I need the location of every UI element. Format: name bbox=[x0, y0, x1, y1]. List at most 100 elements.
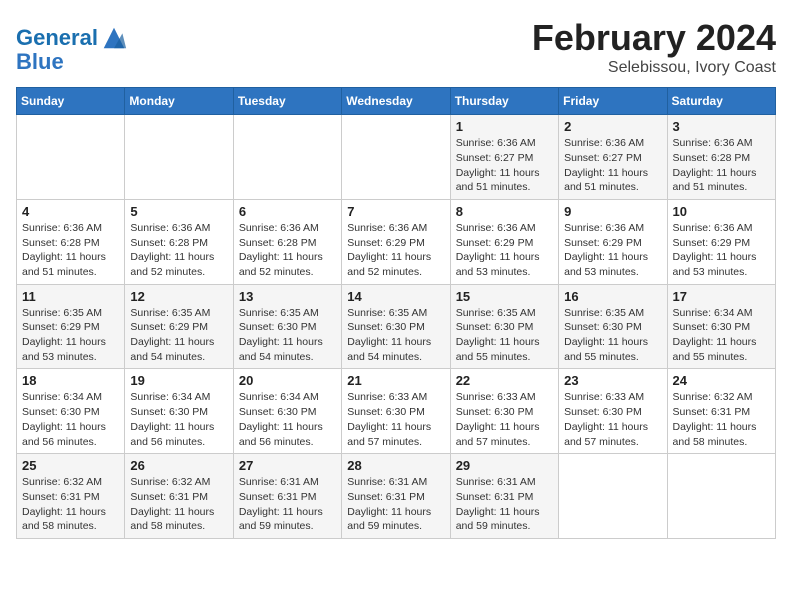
day-info: Sunrise: 6:35 AM Sunset: 6:30 PM Dayligh… bbox=[564, 306, 661, 365]
calendar-cell bbox=[559, 454, 667, 539]
calendar-cell: 26 Sunrise: 6:32 AM Sunset: 6:31 PM Dayli… bbox=[125, 454, 233, 539]
day-number: 16 bbox=[564, 289, 661, 304]
day-info: Sunrise: 6:36 AM Sunset: 6:29 PM Dayligh… bbox=[456, 221, 553, 280]
day-info: Sunrise: 6:34 AM Sunset: 6:30 PM Dayligh… bbox=[239, 390, 336, 449]
day-number: 8 bbox=[456, 204, 553, 219]
weekday-header-cell: Monday bbox=[125, 88, 233, 115]
title-block: February 2024 Selebissou, Ivory Coast bbox=[532, 16, 776, 77]
calendar-cell bbox=[125, 115, 233, 200]
calendar-table: SundayMondayTuesdayWednesdayThursdayFrid… bbox=[16, 87, 776, 539]
day-info: Sunrise: 6:35 AM Sunset: 6:30 PM Dayligh… bbox=[239, 306, 336, 365]
calendar-cell: 12 Sunrise: 6:35 AM Sunset: 6:29 PM Dayli… bbox=[125, 284, 233, 369]
weekday-header-row: SundayMondayTuesdayWednesdayThursdayFrid… bbox=[17, 88, 776, 115]
day-info: Sunrise: 6:33 AM Sunset: 6:30 PM Dayligh… bbox=[347, 390, 444, 449]
day-info: Sunrise: 6:36 AM Sunset: 6:27 PM Dayligh… bbox=[564, 136, 661, 195]
weekday-header-cell: Thursday bbox=[450, 88, 558, 115]
day-number: 7 bbox=[347, 204, 444, 219]
logo-text2: Blue bbox=[16, 50, 64, 74]
calendar-cell: 24 Sunrise: 6:32 AM Sunset: 6:31 PM Dayli… bbox=[667, 369, 775, 454]
day-info: Sunrise: 6:31 AM Sunset: 6:31 PM Dayligh… bbox=[239, 475, 336, 534]
calendar-week-row: 11 Sunrise: 6:35 AM Sunset: 6:29 PM Dayli… bbox=[17, 284, 776, 369]
day-number: 19 bbox=[130, 373, 227, 388]
day-info: Sunrise: 6:36 AM Sunset: 6:28 PM Dayligh… bbox=[673, 136, 770, 195]
day-number: 3 bbox=[673, 119, 770, 134]
day-info: Sunrise: 6:36 AM Sunset: 6:28 PM Dayligh… bbox=[22, 221, 119, 280]
day-info: Sunrise: 6:36 AM Sunset: 6:29 PM Dayligh… bbox=[673, 221, 770, 280]
day-number: 1 bbox=[456, 119, 553, 134]
calendar-cell: 18 Sunrise: 6:34 AM Sunset: 6:30 PM Dayli… bbox=[17, 369, 125, 454]
location-title: Selebissou, Ivory Coast bbox=[532, 59, 776, 77]
calendar-week-row: 18 Sunrise: 6:34 AM Sunset: 6:30 PM Dayli… bbox=[17, 369, 776, 454]
day-number: 4 bbox=[22, 204, 119, 219]
calendar-cell: 1 Sunrise: 6:36 AM Sunset: 6:27 PM Daylig… bbox=[450, 115, 558, 200]
logo-icon bbox=[100, 24, 128, 52]
day-info: Sunrise: 6:36 AM Sunset: 6:29 PM Dayligh… bbox=[564, 221, 661, 280]
logo: General Blue bbox=[16, 24, 128, 74]
calendar-cell: 15Sunrise: 6:35 AM Sunset: 6:30 PM Dayli… bbox=[450, 284, 558, 369]
day-number: 9 bbox=[564, 204, 661, 219]
day-number: 6 bbox=[239, 204, 336, 219]
day-info: Sunrise: 6:35 AM Sunset: 6:30 PM Dayligh… bbox=[347, 306, 444, 365]
day-info: Sunrise: 6:36 AM Sunset: 6:29 PM Dayligh… bbox=[347, 221, 444, 280]
calendar-week-row: 1 Sunrise: 6:36 AM Sunset: 6:27 PM Daylig… bbox=[17, 115, 776, 200]
weekday-header-cell: Sunday bbox=[17, 88, 125, 115]
day-number: 22 bbox=[456, 373, 553, 388]
calendar-cell: 23 Sunrise: 6:33 AM Sunset: 6:30 PM Dayli… bbox=[559, 369, 667, 454]
calendar-cell: 21Sunrise: 6:33 AM Sunset: 6:30 PM Dayli… bbox=[342, 369, 450, 454]
calendar-cell: 28Sunrise: 6:31 AM Sunset: 6:31 PM Dayli… bbox=[342, 454, 450, 539]
calendar-cell: 2 Sunrise: 6:36 AM Sunset: 6:27 PM Daylig… bbox=[559, 115, 667, 200]
day-number: 27 bbox=[239, 458, 336, 473]
calendar-cell bbox=[17, 115, 125, 200]
calendar-cell: 4 Sunrise: 6:36 AM Sunset: 6:28 PM Daylig… bbox=[17, 199, 125, 284]
calendar-cell: 20 Sunrise: 6:34 AM Sunset: 6:30 PM Dayli… bbox=[233, 369, 341, 454]
day-number: 2 bbox=[564, 119, 661, 134]
day-info: Sunrise: 6:32 AM Sunset: 6:31 PM Dayligh… bbox=[130, 475, 227, 534]
day-info: Sunrise: 6:33 AM Sunset: 6:30 PM Dayligh… bbox=[456, 390, 553, 449]
day-info: Sunrise: 6:34 AM Sunset: 6:30 PM Dayligh… bbox=[673, 306, 770, 365]
calendar-cell: 17 Sunrise: 6:34 AM Sunset: 6:30 PM Dayli… bbox=[667, 284, 775, 369]
calendar-body: 1 Sunrise: 6:36 AM Sunset: 6:27 PM Daylig… bbox=[17, 115, 776, 539]
calendar-cell: 5 Sunrise: 6:36 AM Sunset: 6:28 PM Daylig… bbox=[125, 199, 233, 284]
day-number: 29 bbox=[456, 458, 553, 473]
day-info: Sunrise: 6:34 AM Sunset: 6:30 PM Dayligh… bbox=[22, 390, 119, 449]
day-info: Sunrise: 6:32 AM Sunset: 6:31 PM Dayligh… bbox=[673, 390, 770, 449]
weekday-header-cell: Tuesday bbox=[233, 88, 341, 115]
day-number: 20 bbox=[239, 373, 336, 388]
day-number: 28 bbox=[347, 458, 444, 473]
calendar-cell: 6 Sunrise: 6:36 AM Sunset: 6:28 PM Daylig… bbox=[233, 199, 341, 284]
day-info: Sunrise: 6:35 AM Sunset: 6:29 PM Dayligh… bbox=[130, 306, 227, 365]
calendar-cell: 13Sunrise: 6:35 AM Sunset: 6:30 PM Dayli… bbox=[233, 284, 341, 369]
day-number: 12 bbox=[130, 289, 227, 304]
day-number: 14 bbox=[347, 289, 444, 304]
calendar-week-row: 25Sunrise: 6:32 AM Sunset: 6:31 PM Dayli… bbox=[17, 454, 776, 539]
day-number: 5 bbox=[130, 204, 227, 219]
day-number: 17 bbox=[673, 289, 770, 304]
weekday-header-cell: Friday bbox=[559, 88, 667, 115]
day-number: 26 bbox=[130, 458, 227, 473]
day-number: 24 bbox=[673, 373, 770, 388]
page-header: General Blue February 2024 Selebissou, I… bbox=[16, 16, 776, 77]
day-info: Sunrise: 6:34 AM Sunset: 6:30 PM Dayligh… bbox=[130, 390, 227, 449]
calendar-week-row: 4 Sunrise: 6:36 AM Sunset: 6:28 PM Daylig… bbox=[17, 199, 776, 284]
weekday-header-cell: Wednesday bbox=[342, 88, 450, 115]
calendar-cell: 14 Sunrise: 6:35 AM Sunset: 6:30 PM Dayli… bbox=[342, 284, 450, 369]
day-info: Sunrise: 6:31 AM Sunset: 6:31 PM Dayligh… bbox=[456, 475, 553, 534]
calendar-cell: 11Sunrise: 6:35 AM Sunset: 6:29 PM Dayli… bbox=[17, 284, 125, 369]
day-number: 10 bbox=[673, 204, 770, 219]
day-number: 11 bbox=[22, 289, 119, 304]
day-info: Sunrise: 6:36 AM Sunset: 6:27 PM Dayligh… bbox=[456, 136, 553, 195]
day-info: Sunrise: 6:36 AM Sunset: 6:28 PM Dayligh… bbox=[130, 221, 227, 280]
calendar-cell: 29 Sunrise: 6:31 AM Sunset: 6:31 PM Dayli… bbox=[450, 454, 558, 539]
calendar-cell: 16 Sunrise: 6:35 AM Sunset: 6:30 PM Dayli… bbox=[559, 284, 667, 369]
calendar-cell: 22 Sunrise: 6:33 AM Sunset: 6:30 PM Dayli… bbox=[450, 369, 558, 454]
day-info: Sunrise: 6:32 AM Sunset: 6:31 PM Dayligh… bbox=[22, 475, 119, 534]
day-number: 23 bbox=[564, 373, 661, 388]
day-info: Sunrise: 6:33 AM Sunset: 6:30 PM Dayligh… bbox=[564, 390, 661, 449]
day-info: Sunrise: 6:36 AM Sunset: 6:28 PM Dayligh… bbox=[239, 221, 336, 280]
calendar-cell: 7 Sunrise: 6:36 AM Sunset: 6:29 PM Daylig… bbox=[342, 199, 450, 284]
month-title: February 2024 bbox=[532, 16, 776, 59]
day-number: 18 bbox=[22, 373, 119, 388]
calendar-cell: 10 Sunrise: 6:36 AM Sunset: 6:29 PM Dayli… bbox=[667, 199, 775, 284]
calendar-cell bbox=[667, 454, 775, 539]
weekday-header-cell: Saturday bbox=[667, 88, 775, 115]
